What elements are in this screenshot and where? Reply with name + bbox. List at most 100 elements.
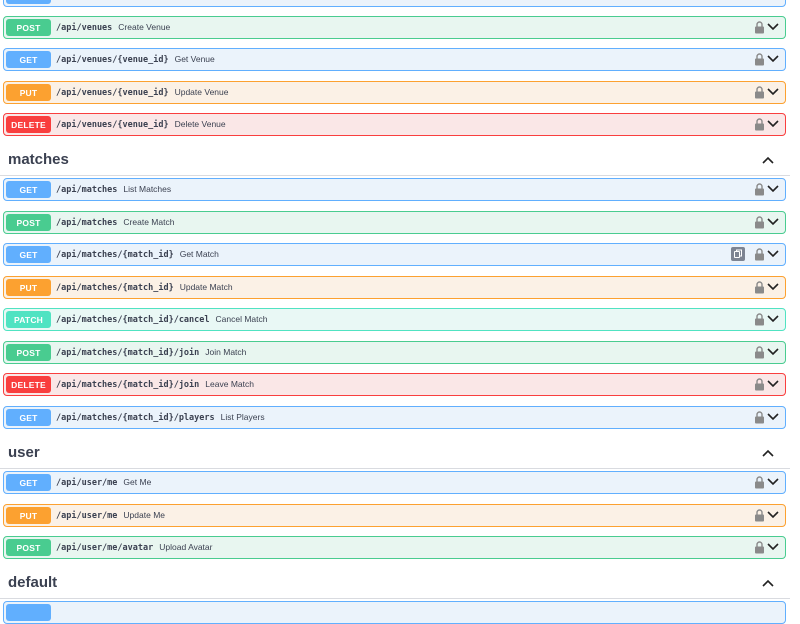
operation-update-match[interactable]: PUT /api/matches/{match_id} Update Match (3, 276, 786, 299)
operation-list-players[interactable]: GET /api/matches/{match_id}/players List … (3, 406, 786, 429)
operation-path: /api/matches/{match_id} Update Match (56, 282, 233, 293)
section-matches[interactable]: matches (0, 146, 790, 176)
lock-icon[interactable] (754, 313, 765, 326)
method-badge: GET (6, 409, 51, 426)
operation-summary: List Players (220, 412, 265, 422)
method-badge: DELETE (6, 116, 51, 133)
operation-update-venue[interactable]: PUT /api/venues/{venue_id} Update Venue (3, 81, 786, 104)
operation-summary: Get Venue (174, 54, 215, 64)
operation-path: /api/venues/{venue_id} Update Venue (56, 87, 229, 98)
section-default[interactable]: default (0, 569, 790, 599)
chevron-down-icon[interactable] (767, 184, 779, 194)
operation-upload-avatar[interactable]: POST /api/user/me/avatar Upload Avatar (3, 536, 786, 559)
chevron-down-icon[interactable] (767, 510, 779, 520)
operation-join-match[interactable]: POST /api/matches/{match_id}/join Join Ma… (3, 341, 786, 364)
operation-summary: List Matches (123, 184, 172, 194)
method-badge: POST (6, 344, 51, 361)
section-title: user (8, 444, 40, 461)
method-badge: PUT (6, 279, 51, 296)
copy-icon[interactable] (731, 247, 745, 261)
operation-summary: Update Me (123, 510, 166, 520)
chevron-up-icon[interactable] (762, 579, 774, 588)
operation-summary: Update Match (179, 282, 233, 292)
method-badge: GET (6, 246, 51, 263)
operation-partial-top[interactable] (3, 0, 786, 7)
operation-cancel-match[interactable]: PATCH /api/matches/{match_id}/cancel Canc… (3, 308, 786, 331)
chevron-down-icon[interactable] (767, 477, 779, 487)
operation-path: /api/venues/{venue_id} Get Venue (56, 54, 215, 65)
method-badge: PUT (6, 507, 51, 524)
operation-update-me[interactable]: PUT /api/user/me Update Me (3, 504, 786, 527)
operation-path: /api/matches/{match_id}/players List Play… (56, 412, 265, 423)
operation-summary: Upload Avatar (159, 542, 213, 552)
operation-summary: Get Match (179, 249, 219, 259)
chevron-down-icon[interactable] (767, 54, 779, 64)
operation-delete-venue[interactable]: DELETE /api/venues/{venue_id} Delete Venu… (3, 113, 786, 136)
chevron-up-icon[interactable] (762, 449, 774, 458)
method-badge: GET (6, 181, 51, 198)
lock-icon[interactable] (754, 118, 765, 131)
lock-icon[interactable] (754, 53, 765, 66)
lock-icon[interactable] (754, 21, 765, 34)
chevron-down-icon[interactable] (767, 347, 779, 357)
chevron-down-icon[interactable] (767, 22, 779, 32)
operation-path: /api/user/me Get Me (56, 477, 152, 488)
lock-icon[interactable] (754, 378, 765, 391)
operation-summary: Delete Venue (174, 119, 226, 129)
operation-leave-match[interactable]: DELETE /api/matches/{match_id}/join Leave… (3, 373, 786, 396)
chevron-down-icon[interactable] (767, 542, 779, 552)
method-badge (6, 604, 51, 621)
method-badge: POST (6, 19, 51, 36)
operation-path: /api/matches/{match_id}/cancel Cancel Mat… (56, 314, 268, 325)
operation-summary: Leave Match (205, 379, 254, 389)
method-badge: PUT (6, 84, 51, 101)
operation-path: /api/matches List Matches (56, 184, 172, 195)
operation-path: /api/matches/{match_id}/join Leave Match (56, 379, 254, 390)
chevron-down-icon[interactable] (767, 379, 779, 389)
operation-path: /api/user/me Update Me (56, 510, 166, 521)
operation-path: /api/matches/{match_id} Get Match (56, 249, 219, 260)
method-badge: POST (6, 539, 51, 556)
lock-icon[interactable] (754, 541, 765, 554)
method-badge: GET (6, 474, 51, 491)
chevron-down-icon[interactable] (767, 314, 779, 324)
section-title: matches (8, 151, 69, 168)
lock-icon[interactable] (754, 346, 765, 359)
chevron-down-icon[interactable] (767, 282, 779, 292)
operation-create-venue[interactable]: POST /api/venues Create Venue (3, 16, 786, 39)
operation-path: /api/user/me/avatar Upload Avatar (56, 542, 213, 553)
lock-icon[interactable] (754, 183, 765, 196)
lock-icon[interactable] (754, 476, 765, 489)
operation-path: /api/venues Create Venue (56, 22, 171, 33)
chevron-down-icon[interactable] (767, 119, 779, 129)
operation-create-match[interactable]: POST /api/matches Create Match (3, 211, 786, 234)
operation-path: /api/matches/{match_id}/join Join Match (56, 347, 247, 358)
chevron-down-icon[interactable] (767, 249, 779, 259)
operation-summary: Get Me (123, 477, 152, 487)
operation-summary: Create Venue (118, 22, 171, 32)
operation-get-me[interactable]: GET /api/user/me Get Me (3, 471, 786, 494)
lock-icon[interactable] (754, 281, 765, 294)
lock-icon[interactable] (754, 216, 765, 229)
method-badge: PATCH (6, 311, 51, 328)
method-badge: DELETE (6, 376, 51, 393)
lock-icon[interactable] (754, 509, 765, 522)
method-badge: GET (6, 51, 51, 68)
section-title: default (8, 574, 58, 591)
chevron-down-icon[interactable] (767, 217, 779, 227)
operation-get-match[interactable]: GET /api/matches/{match_id} Get Match (3, 243, 786, 266)
operation-path: /api/venues/{venue_id} Delete Venue (56, 119, 226, 130)
operation-get-venue[interactable]: GET /api/venues/{venue_id} Get Venue (3, 48, 786, 71)
lock-icon[interactable] (754, 248, 765, 261)
section-user[interactable]: user (0, 439, 790, 469)
chevron-down-icon[interactable] (767, 412, 779, 422)
operation-partial-bottom[interactable] (3, 601, 786, 624)
lock-icon[interactable] (754, 86, 765, 99)
operation-list-matches[interactable]: GET /api/matches List Matches (3, 178, 786, 201)
operation-path: /api/matches Create Match (56, 217, 175, 228)
operation-summary: Join Match (205, 347, 247, 357)
chevron-up-icon[interactable] (762, 156, 774, 165)
operation-summary: Cancel Match (215, 314, 268, 324)
lock-icon[interactable] (754, 411, 765, 424)
chevron-down-icon[interactable] (767, 87, 779, 97)
